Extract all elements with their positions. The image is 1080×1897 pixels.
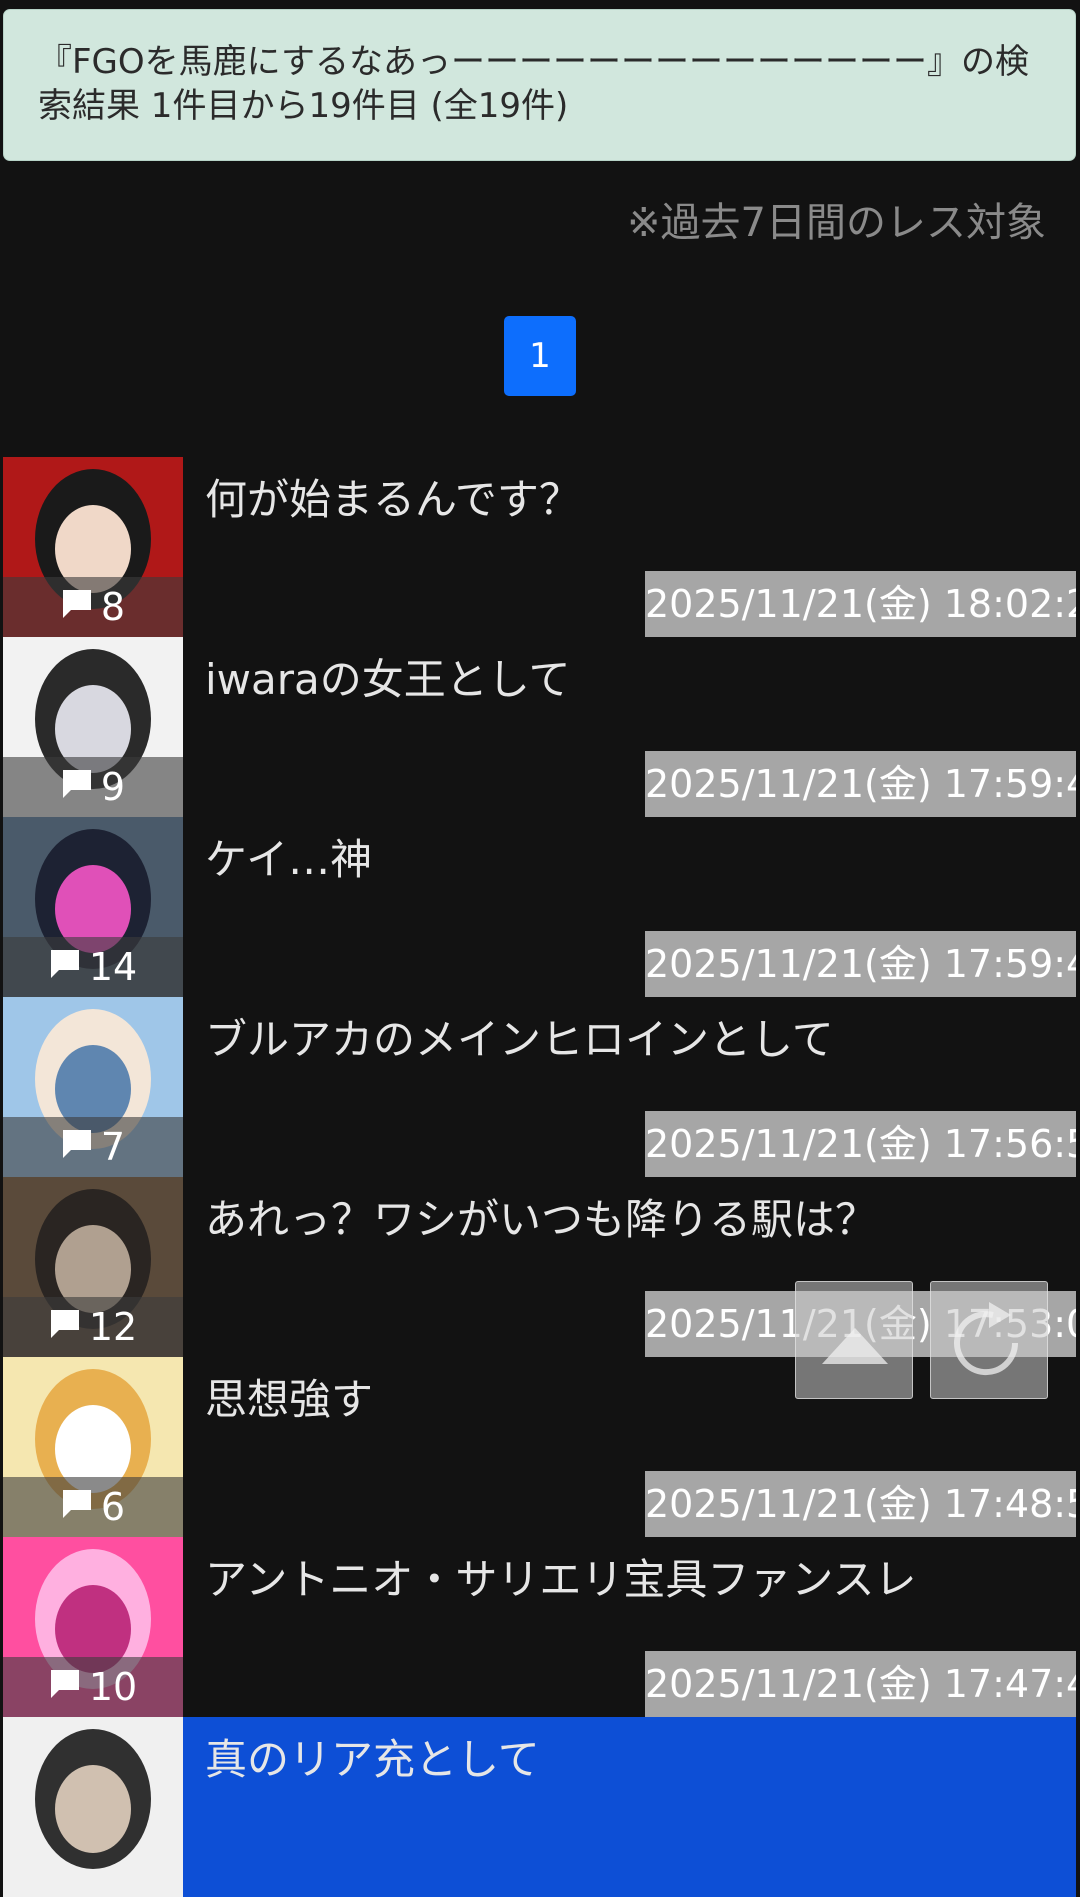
thread-title[interactable]: ケイ…神	[205, 831, 372, 889]
period-note: ※過去7日間のレス対象	[627, 200, 1046, 246]
comment-count: 8	[3, 577, 183, 637]
thread-date: 2025/11/21(金) 18:02:24	[645, 571, 1076, 637]
thumbnail-image	[3, 1717, 183, 1897]
comment-count-value: 10	[88, 1665, 138, 1709]
comment-count: 6	[3, 1477, 183, 1537]
comment-count: 14	[3, 937, 183, 997]
comment-count-value: 14	[88, 945, 138, 989]
thread-thumbnail[interactable]: 9	[3, 637, 183, 817]
thread-title[interactable]: あれっ？ワシがいつも降りる駅は？	[205, 1191, 877, 1249]
thread-thumbnail[interactable]: 10	[3, 1537, 183, 1717]
thread-thumbnail[interactable]	[3, 1717, 183, 1897]
search-result-text: 『FGOを馬鹿にするなあっーーーーーーーーーーーーーー』の検索結果 1件目から1…	[38, 42, 1030, 126]
comment-count-value: 12	[88, 1305, 138, 1349]
thread-row[interactable]: 14 ケイ…神 2025/11/21(金) 17:59:42	[3, 817, 1076, 997]
thread-date: 2025/11/21(金) 17:48:50	[645, 1471, 1076, 1537]
comment-count-value: 9	[100, 765, 126, 809]
thread-date: 2025/11/21(金) 17:56:52	[645, 1111, 1076, 1177]
thread-thumbnail[interactable]: 14	[3, 817, 183, 997]
thread-title[interactable]: 真のリア充として	[205, 1731, 540, 1789]
comment-count-value: 7	[100, 1125, 126, 1169]
thread-title[interactable]: iwaraの女王として	[205, 651, 571, 709]
comment-icon	[50, 950, 79, 978]
thread-row[interactable]: 9 iwaraの女王として 2025/11/21(金) 17:59:47	[3, 637, 1076, 817]
comment-count-value: 6	[100, 1485, 126, 1529]
thread-row[interactable]: 12あれっ？ワシがいつも降りる駅は？2025/11/21(金) 17:53:04	[3, 1177, 1076, 1357]
refresh-icon	[954, 1302, 1019, 1376]
comment-icon	[62, 1490, 91, 1518]
comment-count: 12	[3, 1297, 183, 1357]
thread-thumbnail[interactable]: 7	[3, 997, 183, 1177]
thread-thumbnail[interactable]: 6	[3, 1357, 183, 1537]
comment-icon	[62, 1130, 91, 1158]
scroll-top-button[interactable]	[795, 1281, 913, 1399]
thread-thumbnail[interactable]: 8	[3, 457, 183, 637]
thread-date: 2025/11/21(金) 17:59:42	[645, 931, 1076, 997]
thread-title[interactable]: 思想強す	[205, 1371, 373, 1429]
thread-row[interactable]: 真のリア充として	[3, 1717, 1076, 1897]
comment-icon	[62, 590, 91, 618]
thread-row[interactable]: 10 アントニオ・サリエリ宝具ファンスレ 2025/11/21(金) 17:47:4…	[3, 1537, 1076, 1717]
reload-button[interactable]	[930, 1281, 1048, 1399]
comment-icon	[50, 1670, 79, 1698]
comment-icon	[50, 1310, 79, 1338]
search-result-banner: 『FGOを馬鹿にするなあっーーーーーーーーーーーーーー』の検索結果 1件目から1…	[3, 9, 1076, 161]
thread-thumbnail[interactable]: 12	[3, 1177, 183, 1357]
thread-title[interactable]: 何が始まるんです？	[205, 471, 581, 529]
comment-count: 10	[3, 1657, 183, 1717]
comment-count-value: 8	[100, 585, 126, 629]
page-1-button[interactable]: 1	[504, 316, 576, 396]
comment-count: 9	[3, 757, 183, 817]
thread-title[interactable]: ブルアカのメインヒロインとして	[205, 1011, 834, 1069]
thread-list: 8 何が始まるんです？ 2025/11/21(金) 18:02:24 9 iwaraの女…	[3, 457, 1076, 1897]
thread-row[interactable]: 6 思想強す 2025/11/21(金) 17:48:50	[3, 1357, 1076, 1537]
comment-count: 7	[3, 1117, 183, 1177]
comment-icon	[62, 770, 91, 798]
thread-row[interactable]: 8 何が始まるんです？ 2025/11/21(金) 18:02:24	[3, 457, 1076, 637]
thread-row[interactable]: 7 ブルアカのメインヒロインとして 2025/11/21(金) 17:56:52	[3, 997, 1076, 1177]
thread-date: 2025/11/21(金) 17:59:47	[645, 751, 1076, 817]
thread-title[interactable]: アントニオ・サリエリ宝具ファンスレ	[205, 1551, 916, 1609]
triangle-up-icon	[822, 1328, 888, 1364]
thread-date: 2025/11/21(金) 17:47:43	[645, 1651, 1076, 1717]
